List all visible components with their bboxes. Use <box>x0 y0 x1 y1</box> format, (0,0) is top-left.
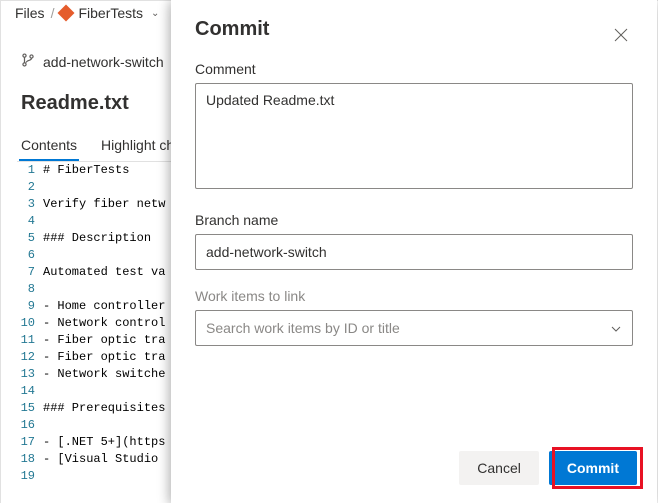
code-line: 1# FiberTests <box>17 162 187 179</box>
code-line: 19 <box>17 468 187 485</box>
code-line: 5### Description <box>17 230 187 247</box>
code-line: 12- Fiber optic tra <box>17 349 187 366</box>
repo-icon <box>58 5 75 22</box>
workitems-placeholder: Search work items by ID or title <box>206 320 400 336</box>
branch-input[interactable] <box>195 234 633 270</box>
workitems-label: Work items to link <box>195 288 633 304</box>
code-line: 11- Fiber optic tra <box>17 332 187 349</box>
branch-icon <box>21 53 35 70</box>
code-line: 3Verify fiber netw <box>17 196 187 213</box>
code-line: 18- [Visual Studio <box>17 451 187 468</box>
close-button[interactable] <box>607 22 635 50</box>
comment-input[interactable] <box>195 83 633 189</box>
code-line: 7Automated test va <box>17 264 187 281</box>
code-view: 1# FiberTests23Verify fiber netw45### De… <box>17 161 187 485</box>
breadcrumb-repo-label: FiberTests <box>78 5 143 21</box>
dialog-title: Commit <box>195 18 633 41</box>
close-icon <box>613 27 629 43</box>
breadcrumb-sep: / <box>51 5 55 21</box>
code-line: 10- Network control <box>17 315 187 332</box>
code-line: 9- Home controller <box>17 298 187 315</box>
commit-dialog: Commit Comment Branch name Work items to… <box>171 0 657 503</box>
breadcrumb-repo[interactable]: FiberTests ⌄ <box>60 5 159 21</box>
tab-contents[interactable]: Contents <box>19 131 79 161</box>
chevron-down-icon: ⌄ <box>151 8 159 19</box>
chevron-down-icon <box>610 322 622 334</box>
workitems-select[interactable]: Search work items by ID or title <box>195 310 633 346</box>
code-line: 14 <box>17 383 187 400</box>
code-line: 6 <box>17 247 187 264</box>
comment-label: Comment <box>195 61 633 77</box>
code-line: 15### Prerequisites <box>17 400 187 417</box>
code-line: 2 <box>17 179 187 196</box>
code-line: 8 <box>17 281 187 298</box>
code-line: 4 <box>17 213 187 230</box>
cancel-button[interactable]: Cancel <box>459 451 539 485</box>
breadcrumb-files[interactable]: Files <box>15 5 45 21</box>
commit-button[interactable]: Commit <box>549 451 637 485</box>
branch-name: add-network-switch <box>43 54 164 70</box>
code-line: 17- [.NET 5+](https <box>17 434 187 451</box>
code-line: 16 <box>17 417 187 434</box>
code-line: 13- Network switche <box>17 366 187 383</box>
branch-label: Branch name <box>195 212 633 228</box>
